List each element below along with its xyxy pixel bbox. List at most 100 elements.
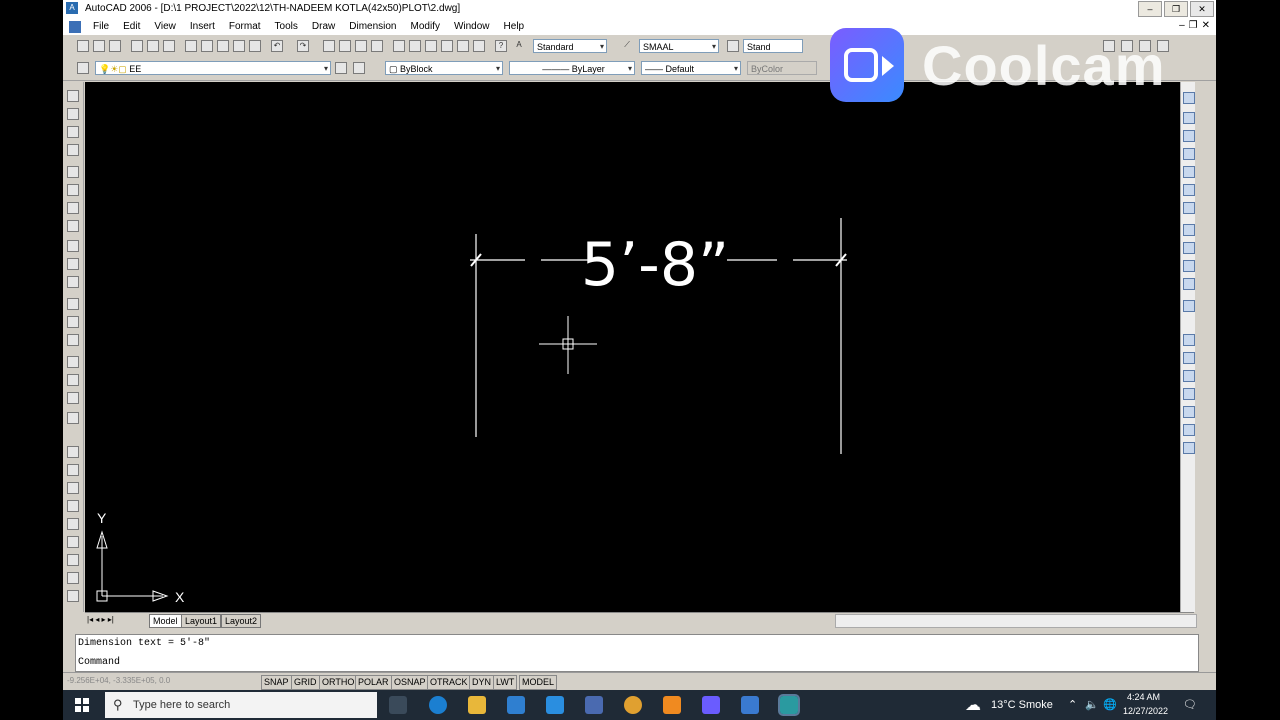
fog-icon[interactable] (67, 572, 79, 584)
ortho-toggle[interactable]: ORTHO (319, 675, 358, 690)
construction-line-icon[interactable] (67, 108, 79, 120)
tab-layout2[interactable]: Layout2 (221, 614, 262, 628)
line-icon[interactable] (67, 90, 79, 102)
menu-file[interactable]: File (91, 21, 111, 32)
3d-tool-icon-2[interactable] (1183, 112, 1195, 124)
menu-insert[interactable]: Insert (188, 21, 217, 32)
vlc-icon[interactable] (663, 696, 681, 714)
design-center-icon[interactable] (409, 40, 421, 52)
store-icon[interactable] (585, 696, 603, 714)
block-editor-icon[interactable] (249, 40, 261, 52)
new-icon[interactable] (77, 40, 89, 52)
3d-tool-icon-11[interactable] (1183, 278, 1195, 290)
autocad-taskbar-icon[interactable] (778, 694, 800, 716)
3d-tool-icon-18[interactable] (1183, 424, 1195, 436)
markup-icon[interactable] (457, 40, 469, 52)
sheet-set-icon[interactable] (441, 40, 453, 52)
clock-time[interactable]: 4:24 AM (1127, 692, 1160, 702)
language-icon[interactable]: 🌐 (1103, 698, 1117, 711)
menu-view[interactable]: View (152, 21, 178, 32)
coolcam-taskbar-icon[interactable] (702, 696, 720, 714)
hatch-icon[interactable] (67, 298, 79, 310)
model-toggle[interactable]: MODEL (519, 675, 558, 690)
menu-format[interactable]: Format (227, 21, 263, 32)
3d-tool-icon-1[interactable] (1183, 92, 1195, 104)
speaker-icon[interactable]: 🔈 (1085, 698, 1099, 711)
3d-tool-icon-6[interactable] (1183, 184, 1195, 196)
statistics-icon[interactable] (67, 590, 79, 602)
publish-icon[interactable] (163, 40, 175, 52)
color-select[interactable]: ▢ ByBlock ▾ (385, 61, 503, 75)
horizontal-scrollbar[interactable] (835, 614, 1197, 628)
restore-button[interactable]: ❐ (1164, 1, 1188, 17)
3d-tool-icon-16[interactable] (1183, 388, 1195, 400)
dim-aligned-icon[interactable] (67, 258, 79, 270)
document-icon[interactable] (69, 20, 81, 33)
properties-icon[interactable] (393, 40, 405, 52)
3d-tool-icon-3[interactable] (1183, 130, 1195, 142)
dyn-toggle[interactable]: DYN (469, 675, 495, 690)
menu-window[interactable]: Window (452, 21, 492, 32)
taskbar-app-icon-2[interactable] (741, 696, 759, 714)
tab-nav-arrows-icon[interactable]: |◂ ◂ ▸ ▸| (87, 615, 114, 624)
orbit-icon[interactable] (67, 446, 79, 458)
3d-tool-icon-14[interactable] (1183, 352, 1195, 364)
notification-icon[interactable]: 🗨 (1183, 698, 1197, 711)
dim-style-manager-icon[interactable] (67, 412, 79, 424)
command-prompt[interactable]: Command (78, 657, 120, 668)
drawing-area[interactable]: 5’-8” Y X (85, 82, 1180, 612)
dim-style-select[interactable]: SMAAL ▾ (639, 39, 719, 53)
render-icon[interactable] (67, 482, 79, 494)
3d-tool-icon-17[interactable] (1183, 406, 1195, 418)
taskbar-app-icon-1[interactable] (507, 696, 525, 714)
lineweight-select[interactable]: —— Default ▾ (641, 61, 741, 75)
polar-toggle[interactable]: POLAR (355, 675, 392, 690)
dim-update-icon[interactable] (67, 392, 79, 404)
layer-select[interactable]: 💡☀▢ EE ▾ (95, 61, 331, 75)
tab-layout1[interactable]: Layout1 (181, 614, 222, 628)
linetype-select[interactable]: ——— ByLayer ▾ (509, 61, 635, 75)
doc-restore-icon[interactable]: ❐ (1189, 20, 1198, 31)
text-style-select[interactable]: Standard ▾ (533, 39, 607, 53)
menu-dimension[interactable]: Dimension (347, 21, 398, 32)
3d-tool-icon-8[interactable] (1183, 224, 1195, 236)
point-icon[interactable] (67, 334, 79, 346)
3d-tool-icon-15[interactable] (1183, 370, 1195, 382)
print-preview-icon[interactable] (147, 40, 159, 52)
region-icon[interactable] (67, 316, 79, 328)
mtext-icon[interactable] (67, 356, 79, 368)
chrome-icon[interactable] (624, 696, 642, 714)
material-icon[interactable] (67, 536, 79, 548)
menu-help[interactable]: Help (502, 21, 527, 32)
menu-draw[interactable]: Draw (310, 21, 337, 32)
zoom-previous-icon[interactable] (371, 40, 383, 52)
menu-tools[interactable]: Tools (273, 21, 300, 32)
tab-model[interactable]: Model (149, 614, 182, 628)
cut-icon[interactable] (185, 40, 197, 52)
erase-icon[interactable] (67, 202, 79, 214)
help-icon[interactable]: ? (495, 40, 507, 52)
paste-icon[interactable] (217, 40, 229, 52)
make-object-layer-current-icon[interactable] (335, 62, 347, 74)
snap-toggle[interactable]: SNAP (261, 675, 292, 690)
polygon-icon[interactable] (67, 144, 79, 156)
table-style-select[interactable]: Stand (743, 39, 803, 53)
windows-start-icon[interactable] (75, 698, 89, 712)
dim-edit-icon[interactable] (67, 374, 79, 386)
3d-tool-icon-9[interactable] (1183, 242, 1195, 254)
lwt-toggle[interactable]: LWT (493, 675, 518, 690)
taskbar-search-box[interactable]: ⚲ Type here to search (105, 692, 377, 718)
edge-browser-icon[interactable] (429, 696, 447, 714)
undo-icon[interactable]: ↶ (271, 40, 283, 52)
zoom-window-icon[interactable] (355, 40, 367, 52)
3d-tool-icon-5[interactable] (1183, 166, 1195, 178)
3d-tool-icon-4[interactable] (1183, 148, 1195, 160)
grid-toggle[interactable]: GRID (291, 675, 320, 690)
pan-icon[interactable] (323, 40, 335, 52)
file-explorer-icon[interactable] (468, 696, 486, 714)
tool-palettes-icon[interactable] (425, 40, 437, 52)
3d-tool-icon-19[interactable] (1183, 442, 1195, 454)
match-properties-icon[interactable] (233, 40, 245, 52)
scene-icon[interactable] (67, 518, 79, 530)
zoom-realtime-icon[interactable] (339, 40, 351, 52)
